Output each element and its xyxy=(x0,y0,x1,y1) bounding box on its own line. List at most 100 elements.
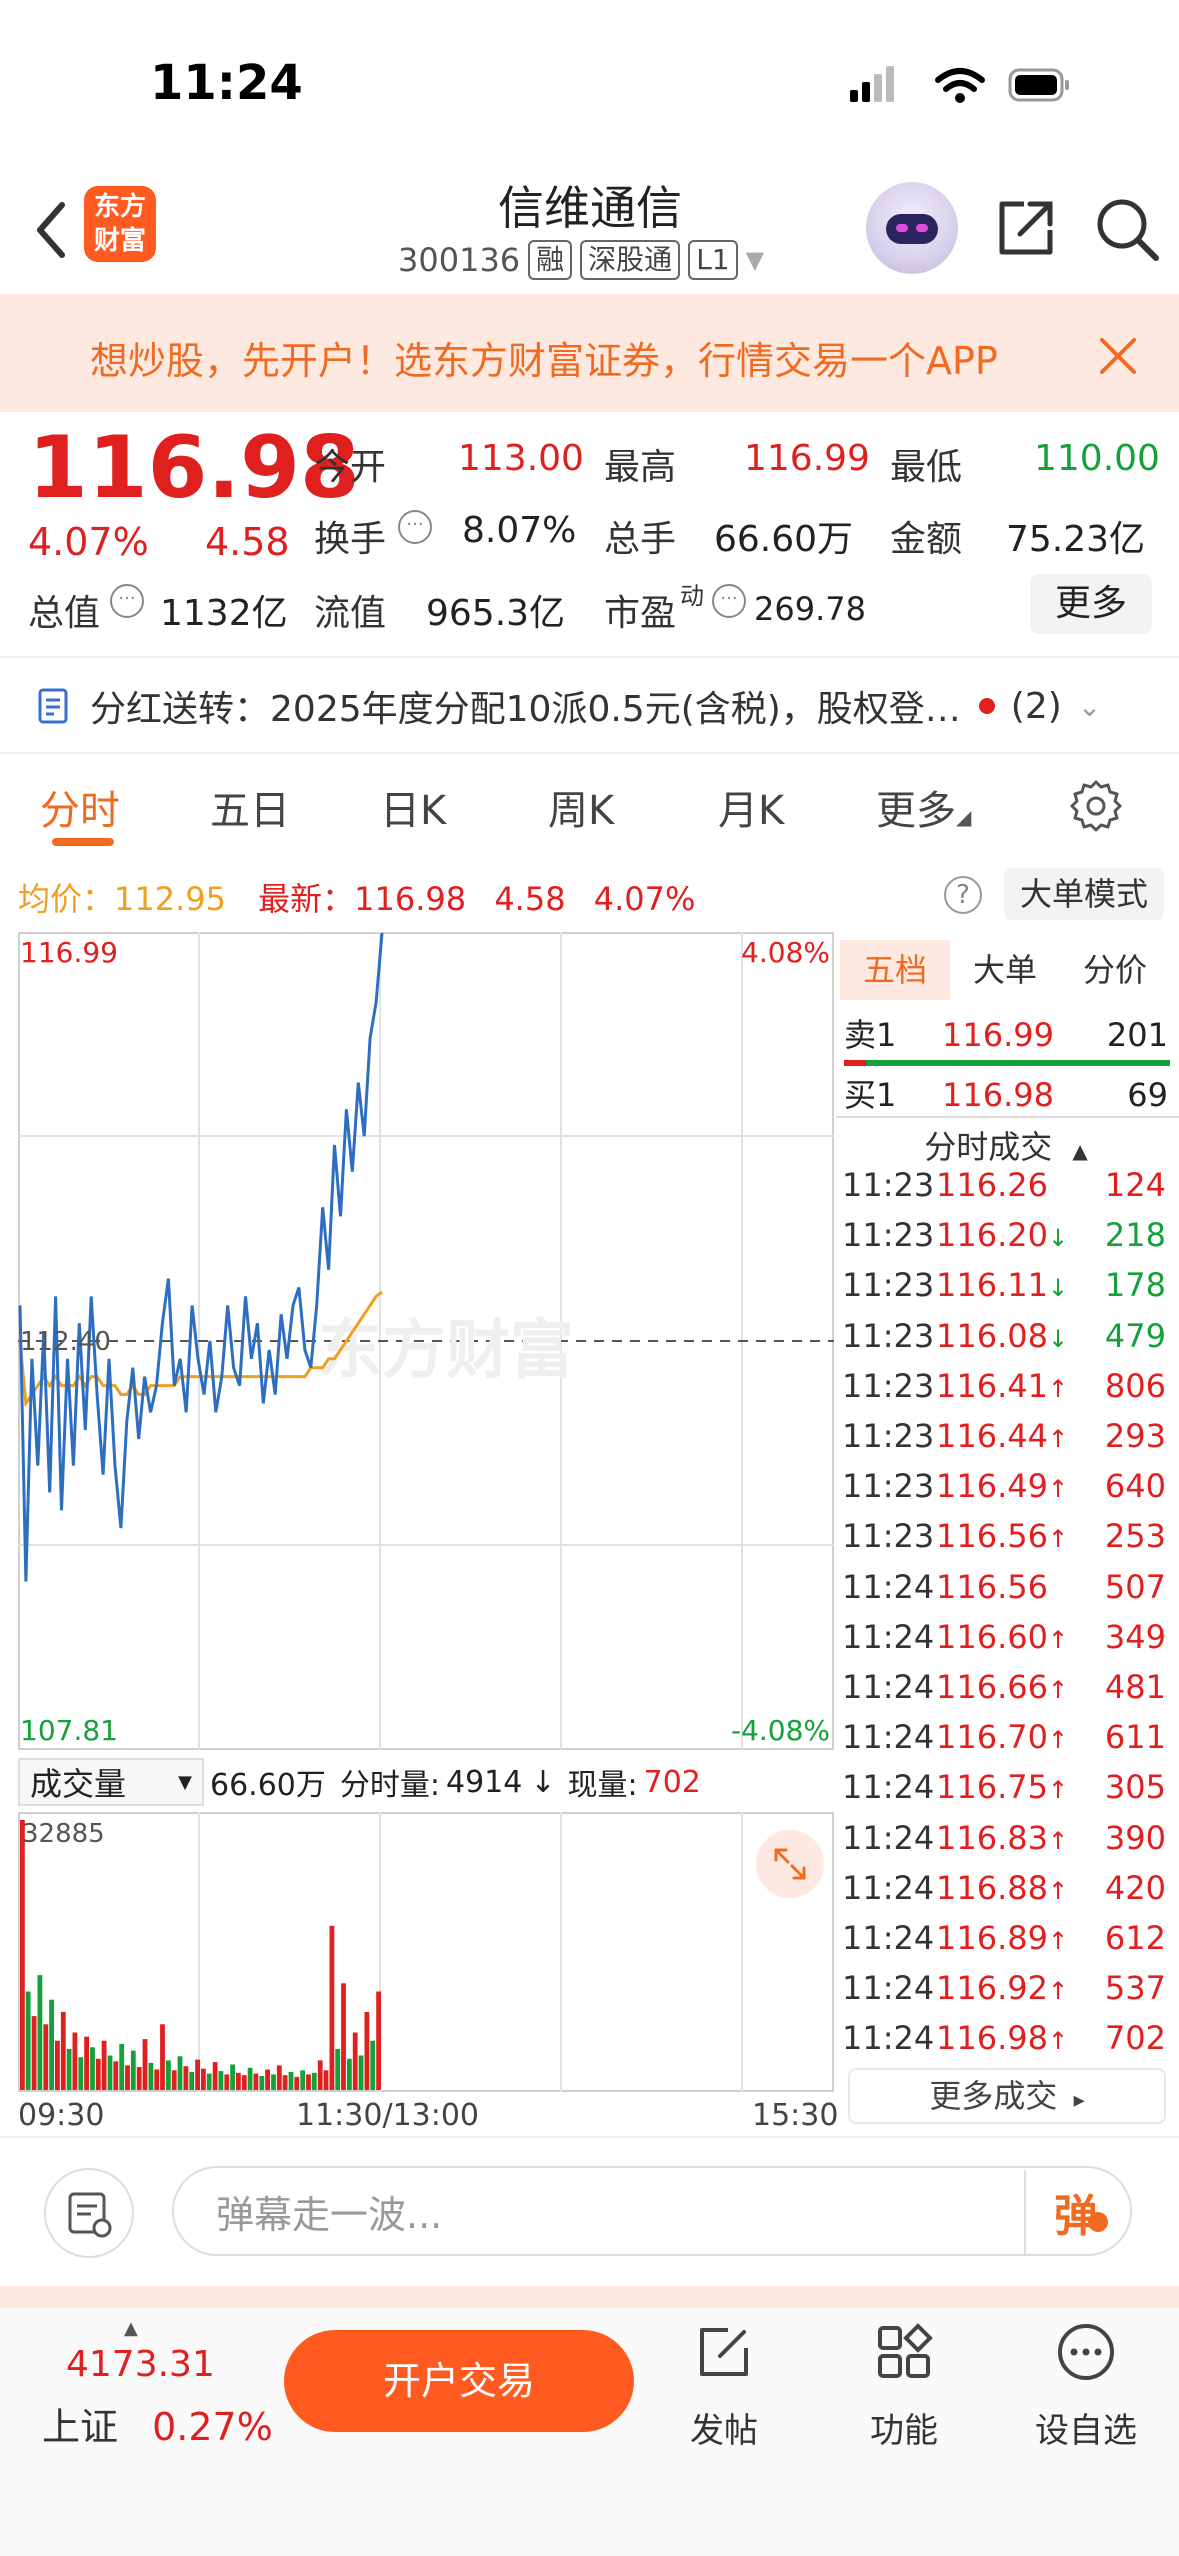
grid-icon xyxy=(878,2323,933,2378)
tick-row: 11:24 116.66↑ 481 xyxy=(840,1662,1174,1712)
info-dots-icon[interactable]: ··· xyxy=(110,584,144,618)
tick-time: 11:23 xyxy=(842,1517,935,1556)
tab-monthly-k[interactable]: 月K xyxy=(718,778,784,836)
volume-bar xyxy=(352,2032,358,2090)
volume-bar xyxy=(230,2064,235,2090)
x-label-open: 09:30 xyxy=(18,2098,105,2133)
expand-button xyxy=(756,1830,824,1898)
volume-max-label: 32885 xyxy=(22,1819,105,1849)
notes-button[interactable] xyxy=(44,2168,134,2258)
share-icon[interactable] xyxy=(994,196,1058,260)
expand-up-icon[interactable]: ▲ xyxy=(124,2318,138,2339)
gear-icon[interactable] xyxy=(1068,778,1124,834)
tab-active-indicator xyxy=(52,838,114,846)
tab-weekly-k[interactable]: 周K xyxy=(548,778,614,836)
tick-volume: 611 xyxy=(1104,1718,1166,1757)
volume-bar xyxy=(329,1925,335,2090)
tick-price-value: 116.92 xyxy=(936,1969,1048,2008)
dividend-count: (2) xyxy=(1010,685,1062,727)
more-trades-button[interactable]: 更多成交 ▸ xyxy=(848,2068,1166,2124)
tab-more[interactable]: 更多◢ xyxy=(876,778,971,836)
volume-bar xyxy=(55,2040,60,2090)
tick-price: 116.56↑ xyxy=(936,1511,1068,1564)
ai-assistant-avatar-icon[interactable] xyxy=(866,182,958,274)
chevron-down-icon[interactable]: ▼ xyxy=(746,246,764,274)
open-value: 113.00 xyxy=(458,438,584,479)
tab-intraday[interactable]: 分时 xyxy=(40,778,120,836)
search-icon[interactable] xyxy=(1094,196,1160,262)
tick-time: 11:23 xyxy=(842,1166,935,1204)
info-dots-icon[interactable]: ··· xyxy=(712,584,746,618)
index-value[interactable]: 4173.31 xyxy=(66,2344,215,2385)
tag-margin: 融 xyxy=(528,240,573,280)
tick-volume: 305 xyxy=(1104,1768,1166,1807)
tick-time: 11:23 xyxy=(842,1316,935,1355)
arrow-up-icon: ↑ xyxy=(1048,1726,1069,1755)
info-dots-icon[interactable]: ··· xyxy=(398,510,432,544)
nav-functions[interactable]: 功能 xyxy=(834,2322,974,2452)
volume-bar xyxy=(224,2074,230,2090)
tab-daily-k[interactable]: 日K xyxy=(380,778,446,836)
tick-row: 11:23 116.49↑ 640 xyxy=(840,1461,1174,1511)
open-account-trade-button[interactable]: 开户交易 xyxy=(284,2330,634,2432)
chevron-right-icon: ▸ xyxy=(1073,2088,1085,2113)
chevron-down-icon[interactable]: ⌄ xyxy=(1078,690,1101,723)
tick-volume: 702 xyxy=(1104,2019,1166,2058)
volume-bar xyxy=(195,2059,200,2090)
volume-bar xyxy=(265,2069,270,2090)
big-order-mode-button[interactable]: 大单模式 xyxy=(1004,868,1164,920)
volume-indicator-select[interactable]: 成交量 ▼ xyxy=(18,1758,204,1806)
danmu-toggle-button[interactable]: 弹 xyxy=(1026,2168,1130,2254)
close-icon[interactable] xyxy=(1096,334,1140,378)
battery-icon xyxy=(1008,68,1069,102)
tick-price: 116.92↑ xyxy=(936,1963,1068,2016)
buy1-label: 买1 xyxy=(844,1076,897,1114)
volume-bar xyxy=(271,2074,276,2090)
tick-time: 11:24 xyxy=(842,1617,935,1656)
float-label: 流值 xyxy=(314,593,387,634)
more-button[interactable]: 更多 xyxy=(1030,574,1152,634)
tick-time: 11:24 xyxy=(842,1868,935,1907)
mktcap-label: 总值 xyxy=(28,593,101,634)
tick-volume: 420 xyxy=(1104,1868,1166,1907)
tick-price-value: 116.08 xyxy=(936,1316,1048,1355)
volume-bar xyxy=(323,2070,329,2090)
tick-row: 11:23 116.56↑ 253 xyxy=(840,1511,1174,1561)
promo-banner-text[interactable]: 想炒股，先开户！选东方财富证券，行情交易一个APP xyxy=(90,330,1055,385)
volume-bar xyxy=(113,2061,119,2090)
dividend-row[interactable]: 分红送转： 2025年度分配10派0.5元(含税)，股权登… (2) ⌄ xyxy=(36,680,1101,732)
tick-price-value: 116.70 xyxy=(936,1718,1048,1757)
tick-time: 11:23 xyxy=(842,1216,935,1255)
tick-price-value: 116.44 xyxy=(936,1417,1048,1455)
tick-time: 11:24 xyxy=(842,1718,935,1757)
arrow-down-icon: ↓ xyxy=(1048,1224,1069,1253)
intraday-chart[interactable]: 东方财富 116.99 107.81 4.08% -4.08% 112.40 xyxy=(18,932,834,1750)
volume-bar xyxy=(306,2074,311,2090)
tick-row: 11:23 116.20↓ 218 xyxy=(840,1210,1174,1260)
float-value: 965.3亿 xyxy=(426,593,566,634)
divider xyxy=(0,752,1179,754)
now-vol-value: 702 xyxy=(643,1764,701,1800)
volume-bar xyxy=(335,2048,341,2090)
tick-row: 11:24 116.70↑ 611 xyxy=(840,1712,1174,1762)
volume-bar xyxy=(177,2056,183,2090)
tick-price-value: 116.11 xyxy=(936,1266,1048,1305)
tab-five-day[interactable]: 五日 xyxy=(210,778,290,836)
sell1-price: 116.99 xyxy=(942,1016,1054,1054)
tab-big-orders[interactable]: 大单 xyxy=(950,940,1060,1000)
tab-price-dist[interactable]: 分价 xyxy=(1060,940,1170,1000)
tab-order-book[interactable]: 五档 xyxy=(840,940,950,1000)
sell1-vol: 201 xyxy=(1106,1016,1168,1054)
index-row[interactable]: 上证 0.27% xyxy=(42,2396,273,2451)
volume-chart[interactable]: 32885 xyxy=(18,1812,834,2092)
tick-time: 11:24 xyxy=(842,1768,935,1807)
tick-row: 11:24 116.60↑ 349 xyxy=(840,1612,1174,1662)
back-arrow-icon[interactable] xyxy=(28,195,78,265)
nav-post[interactable]: 发帖 xyxy=(654,2322,794,2452)
tick-price-value: 116.83 xyxy=(936,1818,1048,1857)
tick-price: 116.44↑ xyxy=(936,1411,1068,1464)
nav-add-watchlist[interactable]: 设自选 xyxy=(1016,2322,1156,2452)
help-icon[interactable]: ? xyxy=(944,876,982,914)
buy1-row: 买1 116.98 69 xyxy=(842,1072,1172,1118)
volume-header: 成交量 ▼ 66.60万 分时量: 4914 ↓ 现量: 702 xyxy=(18,1752,834,1812)
